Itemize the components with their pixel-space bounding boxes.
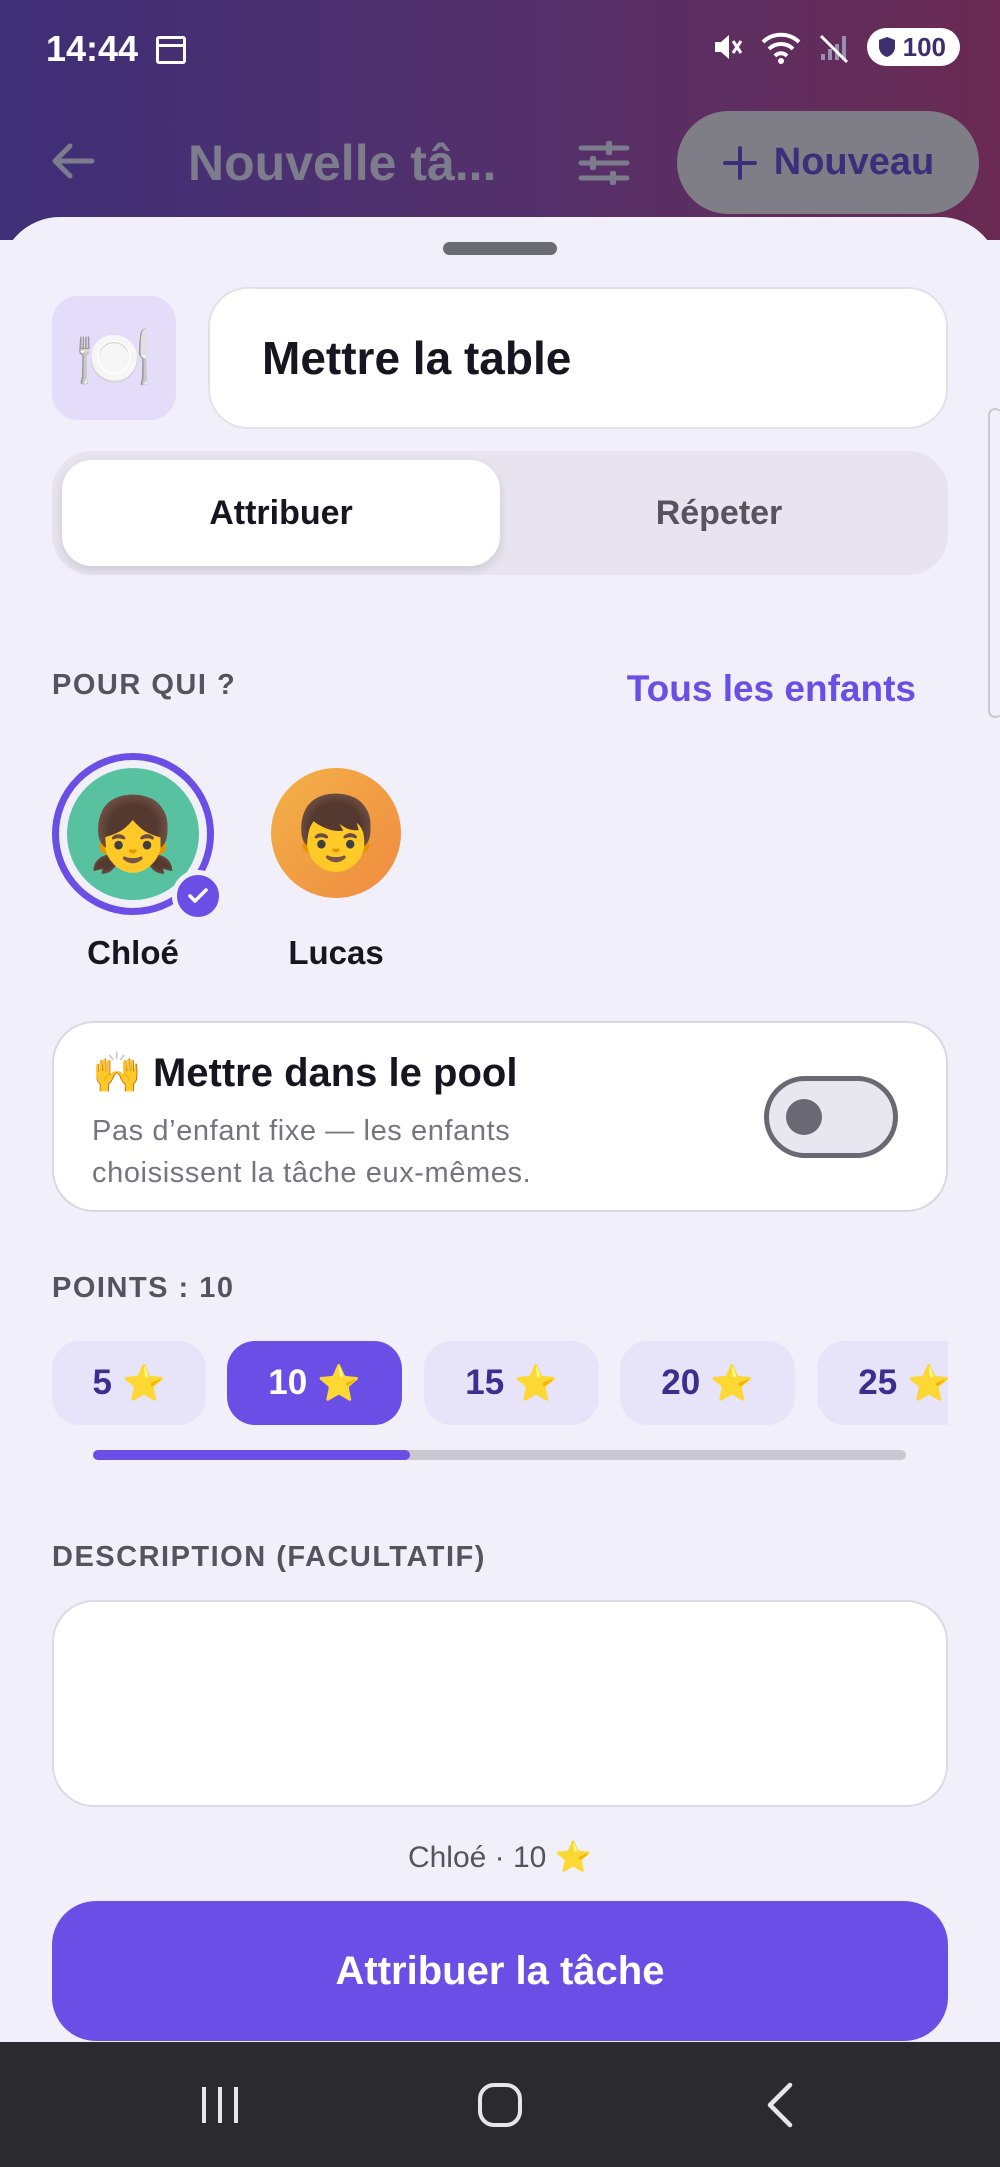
child-name-lucas: Lucas (288, 934, 384, 971)
points-chip-20[interactable]: 20 ⭐ (620, 1341, 795, 1425)
pool-title: 🙌 Mettre dans le pool (92, 1049, 517, 1096)
mute-icon (714, 35, 742, 59)
back-button[interactable] (730, 2042, 830, 2167)
battery-level: 100 (902, 31, 946, 62)
points-value: 15 (465, 1363, 505, 1402)
pool-card[interactable]: 🙌 Mettre dans le pool Pas d’enfant fixe … (52, 1021, 948, 1212)
all-children-link[interactable]: Tous les enfants (627, 668, 916, 710)
home-icon (478, 2082, 522, 2127)
avatar-chloe[interactable]: 👧 (52, 753, 224, 922)
star-icon: ⭐ (121, 1363, 166, 1403)
toggle-knob (786, 1099, 822, 1135)
points-value: 25 (858, 1363, 898, 1402)
scroll-indicator (988, 408, 1000, 718)
plus-icon (722, 145, 757, 180)
check-icon (172, 870, 224, 922)
points-label: POINTS : 10 (52, 1272, 235, 1304)
description-label: DESCRIPTION (FACULTATIF) (52, 1541, 486, 1573)
back-icon (767, 2082, 793, 2127)
drag-handle[interactable] (443, 242, 557, 255)
signal-icon (819, 34, 848, 64)
home-button[interactable] (450, 2042, 550, 2167)
star-icon: ⭐ (907, 1363, 948, 1403)
description-input[interactable] (52, 1600, 948, 1807)
points-scrollbar-thumb[interactable] (93, 1450, 410, 1460)
mode-segmented-control: Attribuer Répeter (52, 451, 948, 575)
status-icons: 100 (711, 28, 960, 66)
status-time: 14:44 (46, 28, 139, 69)
plate-icon: 🍽️ (75, 323, 153, 393)
page-title: Nouvelle tâ... (188, 135, 497, 191)
points-chip-25[interactable]: 25 ⭐ (817, 1341, 948, 1425)
avatar-lucas[interactable]: 👦 (271, 768, 401, 898)
recent-apps-button[interactable] (170, 2042, 270, 2167)
tab-repeat[interactable]: Répeter (500, 460, 938, 566)
points-selector: 5 ⭐ 10 ⭐ 15 ⭐ 20 ⭐ 25 ⭐ (52, 1341, 948, 1425)
recent-apps-icon (202, 2086, 238, 2123)
star-icon: ⭐ (514, 1363, 558, 1403)
new-button-label: Nouveau (773, 141, 935, 183)
points-chip-10[interactable]: 10 ⭐ (227, 1341, 402, 1425)
wifi-icon (761, 32, 800, 64)
points-chip-15[interactable]: 15 ⭐ (424, 1341, 599, 1425)
back-arrow-icon[interactable] (48, 136, 98, 186)
top-app-bar: 14:44 100 Nouvelle tâ... Nouveau (0, 0, 1000, 240)
tab-assign[interactable]: Attribuer (62, 460, 500, 566)
system-nav-bar (0, 2042, 1000, 2167)
task-title-input[interactable]: Mettre la table (208, 287, 948, 429)
star-icon: ⭐ (710, 1363, 754, 1403)
pool-toggle[interactable] (764, 1076, 898, 1158)
new-button[interactable]: Nouveau (677, 111, 979, 214)
points-value: 5 (92, 1363, 112, 1402)
calendar-icon (156, 36, 186, 64)
points-value: 10 (268, 1363, 308, 1402)
shield-icon (878, 37, 895, 57)
child-name-chloe: Chloé (87, 934, 179, 971)
points-chip-5[interactable]: 5 ⭐ (52, 1341, 206, 1425)
for-who-label: POUR QUI ? (52, 669, 237, 701)
pool-description: Pas d’enfant fixe — les enfants choisiss… (92, 1115, 532, 1189)
filter-icon[interactable] (578, 140, 630, 186)
points-scrollbar[interactable] (93, 1450, 906, 1460)
assign-task-button[interactable]: Attribuer la tâche (52, 1901, 948, 2041)
task-title-value: Mettre la table (262, 332, 572, 384)
points-value: 20 (661, 1363, 701, 1402)
assignment-summary: Chloé · 10 ⭐ (407, 1841, 593, 1874)
battery-indicator: 100 (866, 28, 960, 66)
star-icon: ⭐ (317, 1363, 361, 1403)
raising-hands-icon: 🙌 (92, 1051, 142, 1095)
pool-title-text: Mettre dans le pool (152, 1051, 518, 1095)
task-icon-picker[interactable]: 🍽️ (52, 296, 176, 420)
